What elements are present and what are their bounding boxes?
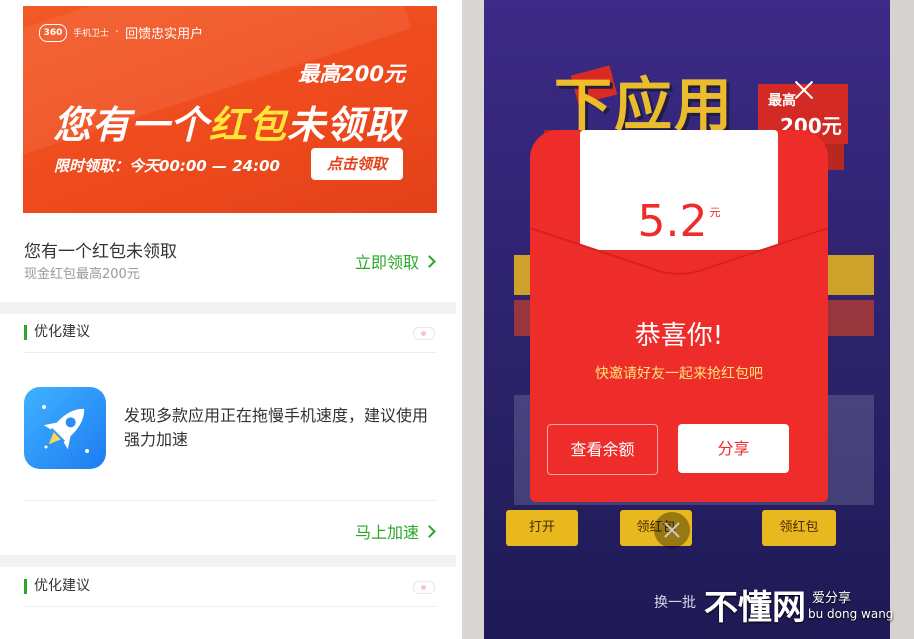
watermark-sub: 爱分享 bbox=[812, 591, 852, 606]
rocket-icon bbox=[24, 387, 106, 469]
redpacket-row-subtitle: 现金红包最高200元 bbox=[24, 267, 140, 282]
watermark-main: 不懂网 bbox=[704, 588, 806, 628]
redpacket-banner[interactable]: 360 手机卫士 · 回馈忠实用户 最高200元 您有一个红包未领取 限时领取：… bbox=[23, 6, 437, 213]
phone-frame bbox=[462, 0, 484, 639]
section-title: 优化建议 bbox=[24, 325, 90, 340]
speed-up-link[interactable]: 马上加速 bbox=[355, 519, 436, 543]
divider bbox=[24, 352, 436, 353]
open-button[interactable]: 打开 bbox=[506, 510, 578, 546]
banner-headline: 您有一个红包未领取 bbox=[53, 94, 404, 149]
refresh-link[interactable]: 换一批 bbox=[654, 592, 696, 612]
redpacket-popup: 5.2 元 恭喜你! 快邀请好友一起来抢红包吧 查看余额 分享 bbox=[530, 130, 828, 502]
toggle-icon[interactable] bbox=[413, 581, 435, 594]
redpacket-row-title: 您有一个红包未领取 bbox=[24, 242, 177, 262]
claim-now-link[interactable]: 立即领取 bbox=[355, 249, 436, 273]
amount-unit: 元 bbox=[709, 206, 721, 219]
divider bbox=[24, 500, 436, 501]
amount-value: 5.2 bbox=[637, 196, 708, 247]
invite-text: 快邀请好友一起来抢红包吧 bbox=[595, 366, 763, 382]
brand-row: 360 手机卫士 · 回馈忠实用户 bbox=[39, 23, 203, 42]
optimize-tip: 发现多款应用正在拖慢手机速度，建议使用强力加速 bbox=[124, 406, 429, 449]
banner-max-amount: 最高200元 bbox=[298, 62, 405, 86]
speed-up-label: 马上加速 bbox=[355, 523, 420, 542]
toggle-icon[interactable] bbox=[413, 327, 435, 340]
section-title: 优化建议 bbox=[24, 579, 90, 594]
claim-redpacket-button[interactable]: 领红包 bbox=[762, 510, 836, 546]
brand-text: 回馈忠实用户 bbox=[125, 27, 204, 42]
divider bbox=[24, 606, 436, 607]
brand-logo: 360 bbox=[39, 23, 67, 42]
share-button[interactable]: 分享 bbox=[678, 424, 789, 473]
claim-button[interactable]: 点击领取 bbox=[311, 148, 403, 180]
section-gap bbox=[0, 555, 456, 567]
banner-time: 限时领取：今天00:00 — 24:00 bbox=[54, 157, 280, 175]
chevron-right-icon bbox=[423, 255, 436, 268]
chevron-right-icon bbox=[423, 525, 436, 538]
view-balance-button[interactable]: 查看余额 bbox=[547, 424, 658, 475]
watermark-pinyin: bu dong wang bbox=[808, 607, 894, 621]
close-icon[interactable] bbox=[654, 512, 690, 548]
headline-highlight: 红包 bbox=[209, 103, 288, 147]
security-app-screen: 360 手机卫士 · 回馈忠实用户 最高200元 您有一个红包未领取 限时领取：… bbox=[0, 0, 456, 639]
claim-now-label: 立即领取 bbox=[355, 253, 420, 272]
headline-post: 未领取 bbox=[287, 103, 405, 147]
brand-sub: 手机卫士 bbox=[73, 29, 110, 39]
congrats-text: 恭喜你! bbox=[634, 321, 724, 351]
phone-frame bbox=[890, 0, 914, 639]
close-icon[interactable] bbox=[792, 78, 816, 102]
section-gap bbox=[0, 302, 456, 314]
phone-photo: 下应用 最高 200元 5.2 元 恭喜你! 快邀请好友一起来抢红包吧 查看余额 … bbox=[462, 0, 914, 639]
redpacket-amount: 5.2 元 bbox=[530, 196, 828, 247]
headline-pre: 您有一个 bbox=[53, 103, 210, 147]
brand-separator: · bbox=[115, 25, 120, 40]
